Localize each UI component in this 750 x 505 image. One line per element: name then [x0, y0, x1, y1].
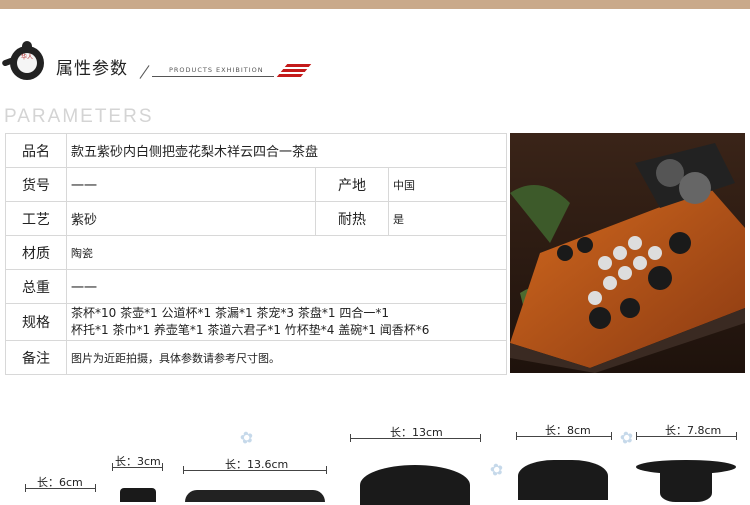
origin-value: 中国 [388, 167, 507, 202]
teapot-icon [360, 465, 470, 505]
section-subtitle: PRODUCTS EXHIBITION [169, 66, 264, 74]
note-label: 备注 [5, 340, 67, 375]
gaiwan-icon [518, 460, 608, 500]
section-title: 属性参数 [56, 59, 128, 79]
material-label: 材质 [5, 235, 67, 270]
size-value: 茶杯*10 茶壶*1 公道杯*1 茶漏*1 茶宠*3 茶盘*1 四合一*1 杯托… [66, 303, 507, 341]
size-line-1: 茶杯*10 茶壶*1 公道杯*1 茶漏*1 茶宠*3 茶盘*1 四合一*1 [71, 306, 389, 320]
top-band [0, 0, 750, 9]
heat-value: 是 [388, 201, 507, 236]
size-label: 规格 [5, 303, 67, 341]
table-row: 总重 一一 [5, 269, 507, 304]
spec-table: 品名 款五紫砂内白侧把壶花梨木祥云四合一茶盘 货号 一一 产地 中国 工艺 紫砂… [5, 133, 507, 375]
table-row: 规格 茶杯*10 茶壶*1 公道杯*1 茶漏*1 茶宠*3 茶盘*1 四合一*1… [5, 303, 507, 341]
table-row: 材质 陶瓷 [5, 235, 507, 270]
origin-label: 产地 [315, 167, 389, 202]
table-row: 工艺 紫砂 耐热 是 [5, 201, 507, 236]
craft-value: 紫砂 [66, 201, 316, 236]
material-value: 陶瓷 [66, 235, 507, 270]
strainer-bowl-icon [660, 472, 712, 502]
product-photo [510, 133, 745, 373]
table-row: 品名 款五紫砂内白侧把壶花梨木祥云四合一茶盘 [5, 133, 507, 168]
teapot-logo-icon: 华人 [1, 41, 44, 80]
sku-label: 货号 [5, 167, 67, 202]
divider-line [152, 76, 274, 77]
note-value: 图片为近距拍摄，具体参数请参考尺寸图。 [66, 340, 507, 375]
table-row: 备注 图片为近距拍摄，具体参数请参考尺寸图。 [5, 340, 507, 375]
name-value: 款五紫砂内白侧把壶花梨木祥云四合一茶盘 [66, 133, 507, 168]
section-header: 华人 属性参数 PRODUCTS EXHIBITION [1, 40, 324, 84]
sku-value: 一一 [66, 167, 316, 202]
heat-label: 耐热 [315, 201, 389, 236]
red-stripes-icon [276, 64, 312, 78]
weight-label: 总重 [5, 269, 67, 304]
size-line-2: 杯托*1 茶巾*1 养壶笔*1 茶道六君子*1 竹杯垫*4 盖碗*1 闻香杯*6 [71, 323, 430, 337]
watermark-icon: ✿ [238, 426, 256, 449]
tea-tray-icon [185, 490, 325, 502]
watermark-icon: ✿ [488, 458, 506, 481]
name-label: 品名 [5, 133, 67, 168]
craft-label: 工艺 [5, 201, 67, 236]
dimension-strip: ✿ ✿ ✿ 长：6cm 长：3cm 长：13.6cm 长：13cm 长：8cm … [0, 420, 750, 505]
divider-slant [139, 65, 150, 79]
table-row: 货号 一一 产地 中国 [5, 167, 507, 202]
params-heading: PARAMETERS [4, 106, 154, 127]
weight-value: 一一 [66, 269, 507, 304]
watermark-icon: ✿ [618, 426, 636, 449]
